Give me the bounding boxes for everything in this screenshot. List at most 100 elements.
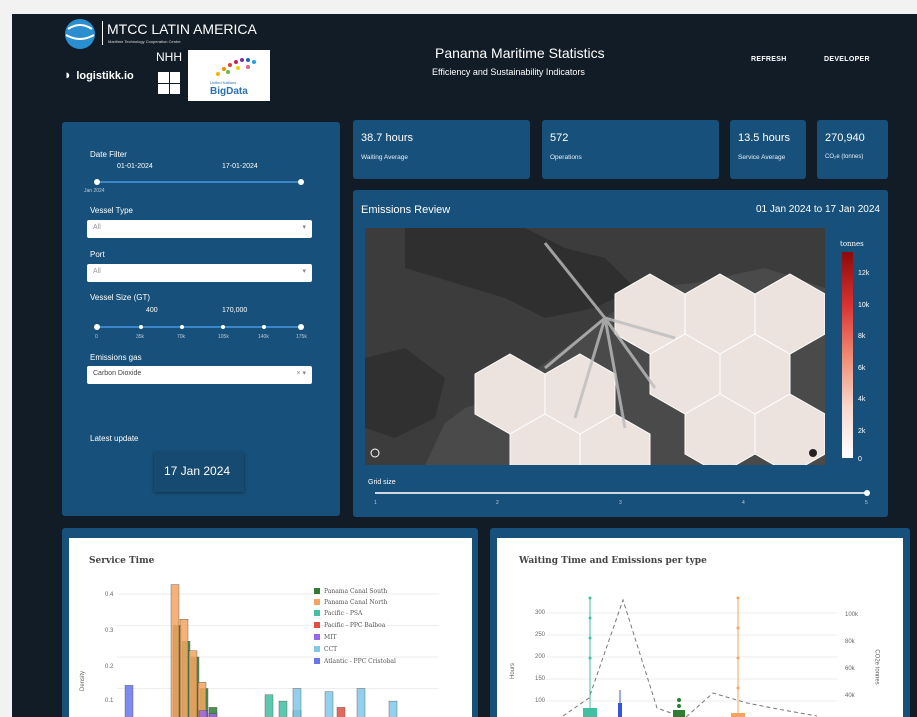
- logistikk-logo: ◗ logistikk.io: [64, 66, 154, 84]
- nhh-logo: NHH: [156, 50, 186, 102]
- legend-item-3[interactable]: Pacific - PPC Balboa: [314, 622, 385, 629]
- histogram-bar[interactable]: [324, 691, 334, 717]
- chevron-down-icon: ▾: [302, 224, 306, 231]
- page-title: Panama Maritime Statistics: [435, 45, 605, 61]
- size-tick-4: 140k: [258, 334, 269, 340]
- org-name: MTCC LATIN AMERICA: [107, 21, 257, 37]
- histogram-bar[interactable]: [356, 688, 366, 717]
- legend-item-0[interactable]: Panama Canal South: [314, 588, 387, 595]
- vessel-size-label: Vessel Size (GT): [90, 293, 151, 302]
- size-tick-2: 70k: [177, 334, 186, 340]
- vessel-size-min-knob[interactable]: [94, 324, 100, 330]
- waiting-emissions-card: Waiting Time and Emissions per type Hour…: [490, 528, 910, 717]
- kpi-operations: 572 Operations: [542, 120, 719, 179]
- grid-tick-1: 1: [374, 500, 377, 506]
- emissions-gas-value: Carbon Dioxide: [93, 370, 142, 377]
- logistikk-icon: ◗: [64, 67, 72, 82]
- kpi-co2: 270,940 CO₂e (tonnes): [817, 120, 888, 179]
- histogram-bar[interactable]: [124, 685, 134, 717]
- grid-tick-2: 2: [496, 500, 499, 506]
- bigdata-small: United Nations: [210, 80, 237, 85]
- date-start-label: 01-01-2024: [117, 163, 153, 170]
- date-start-knob[interactable]: [94, 179, 100, 185]
- vessel-size-min: 400: [146, 307, 158, 314]
- bigdata-logo: United Nations BigData: [188, 50, 270, 101]
- cb-tick-12k: 12k: [858, 270, 870, 277]
- clear-chevron-icon[interactable]: × ▾: [296, 369, 306, 377]
- date-end-knob[interactable]: [298, 179, 304, 185]
- org-subtitle: Maritime Technology Cooperation Centre: [108, 39, 181, 44]
- emissions-review-panel: Emissions Review 01 Jan 2024 to 17 Jan 2…: [353, 190, 888, 517]
- cb-tick-10k: 10k: [858, 302, 870, 309]
- bigdata-text: BigData: [210, 86, 248, 97]
- grid-tick-4: 4: [742, 500, 745, 506]
- emissions-gas-select[interactable]: Carbon Dioxide × ▾: [87, 366, 312, 384]
- vessel-size-slider[interactable]: [97, 326, 303, 328]
- latest-update-value: 17 Jan 2024: [164, 464, 231, 478]
- waiting-box-plot: [547, 596, 837, 717]
- histogram-bar[interactable]: [278, 700, 288, 717]
- vessel-type-value: All: [93, 224, 101, 231]
- cb-tick-4k: 4k: [858, 396, 866, 403]
- cb-tick-2k: 2k: [858, 428, 866, 435]
- histogram-bar[interactable]: [264, 694, 274, 717]
- developer-button[interactable]: DEVELOPER: [824, 56, 870, 63]
- size-tick-5: 175k: [296, 334, 307, 340]
- date-slider[interactable]: [97, 181, 303, 183]
- legend-item-2[interactable]: Pacific - PSA: [314, 610, 362, 617]
- date-filter-label: Date Filter: [90, 150, 127, 159]
- service-time-plot: Service Time Density 0.4 0.3 0.2 0.1 Pan…: [69, 538, 472, 717]
- kpi-service: 13.5 hours Service Average: [730, 120, 806, 179]
- kpi-waiting-value: 38.7 hours: [361, 132, 413, 144]
- emissions-line: [562, 598, 818, 717]
- refresh-button[interactable]: REFRESH: [751, 56, 787, 63]
- kpi-service-label: Service Average: [738, 154, 786, 161]
- emissions-gas-label: Emissions gas: [90, 353, 142, 362]
- histogram-bar[interactable]: [198, 710, 208, 717]
- date-tick: Jan 2024: [84, 188, 105, 194]
- colorbar-title: tonnes: [840, 240, 864, 248]
- cb-tick-0: 0: [858, 456, 862, 463]
- box-2[interactable]: [618, 690, 622, 717]
- dots-icon: [216, 58, 256, 76]
- legend-item-5[interactable]: CCT: [314, 646, 337, 653]
- waiting-emissions-plot: Waiting Time and Emissions per type Hour…: [497, 538, 903, 717]
- grid-size-knob[interactable]: [864, 490, 870, 496]
- cb-tick-6k: 6k: [858, 365, 866, 372]
- legend-item-4[interactable]: MIT: [314, 634, 337, 641]
- histogram-bar[interactable]: [188, 650, 198, 717]
- service-time-bars: [117, 584, 439, 717]
- logistikk-text: logistikk.io: [76, 70, 134, 82]
- emissions-map[interactable]: [365, 228, 825, 465]
- date-end-label: 17-01-2024: [222, 163, 258, 170]
- histogram-bar[interactable]: [179, 618, 189, 717]
- latest-update-label: Latest update: [90, 434, 139, 443]
- vessel-type-select[interactable]: All ▾: [87, 220, 312, 238]
- grid-size-label: Grid size: [368, 479, 396, 486]
- page-subtitle: Efficiency and Sustainability Indicators: [432, 67, 585, 77]
- info-icon[interactable]: [809, 449, 817, 457]
- size-tick-1: 35k: [136, 334, 145, 340]
- size-tick-0: 0: [95, 334, 98, 340]
- kpi-waiting: 38.7 hours Waiting Average: [353, 120, 530, 179]
- legend-item-6[interactable]: Atlantic - PPC Cristobal: [314, 658, 396, 665]
- port-value: All: [93, 268, 101, 275]
- port-select[interactable]: All ▾: [87, 264, 312, 282]
- service-time-card: Service Time Density 0.4 0.3 0.2 0.1 Pan…: [62, 528, 478, 717]
- colorbar: [842, 252, 853, 458]
- kpi-co2-label: CO₂e (tonnes): [825, 154, 864, 160]
- kpi-operations-label: Operations: [550, 154, 582, 161]
- grid-size-slider[interactable]: [375, 492, 868, 494]
- legend-item-1[interactable]: Panama Canal North: [314, 599, 387, 606]
- vessel-size-max-knob[interactable]: [298, 324, 304, 330]
- nhh-text: NHH: [156, 50, 182, 64]
- histogram-bar[interactable]: [292, 688, 302, 717]
- dashboard-app: MTCC LATIN AMERICA Maritime Technology C…: [12, 14, 917, 717]
- port-label: Port: [90, 250, 105, 259]
- histogram-bar[interactable]: [336, 707, 346, 717]
- histogram-bar[interactable]: [170, 584, 180, 717]
- emissions-title: Emissions Review: [361, 204, 451, 216]
- filter-panel: Date Filter 01-01-2024 17-01-2024 Jan 20…: [62, 122, 340, 516]
- histogram-bar[interactable]: [388, 700, 398, 717]
- size-tick-3: 105k: [218, 334, 229, 340]
